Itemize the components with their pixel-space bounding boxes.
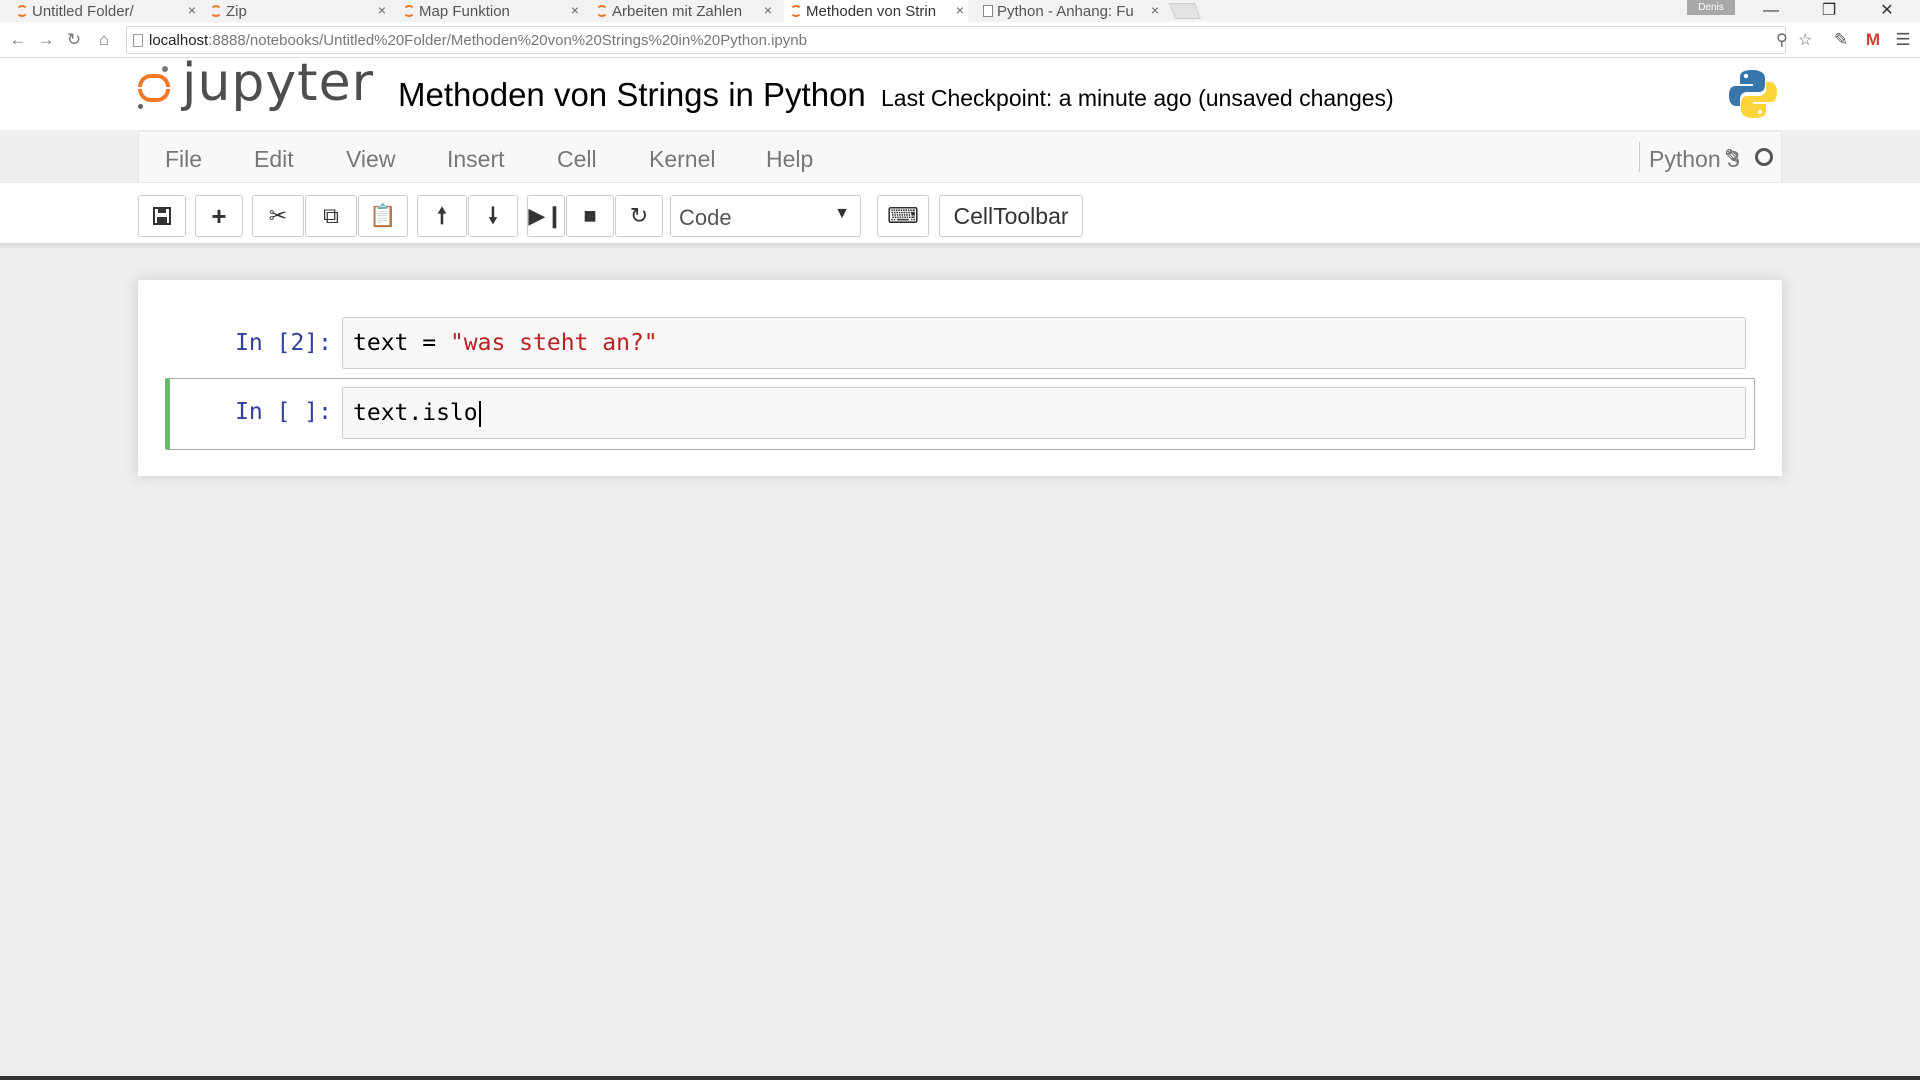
copy-icon: ⧉ xyxy=(323,203,339,228)
menu-cell[interactable]: Cell xyxy=(557,146,597,173)
tab-label: Methoden von Strin xyxy=(806,2,937,20)
browser-tab-strip: Untitled Folder/ × Zip × Map Funktion × … xyxy=(0,0,1920,22)
jupyter-wordmark: jupyter xyxy=(182,53,374,113)
cell-type-select[interactable]: Code ▼ xyxy=(670,195,861,237)
browser-tab-untitled-folder[interactable]: Untitled Folder/ × xyxy=(16,0,196,22)
menu-insert[interactable]: Insert xyxy=(447,146,505,173)
keyboard-icon: ⌨ xyxy=(887,203,919,228)
caret-down-icon: ▼ xyxy=(834,205,850,222)
python-logo-icon xyxy=(1729,70,1777,118)
back-icon[interactable]: ← xyxy=(6,28,30,52)
kernel-idle-indicator-icon xyxy=(1755,148,1773,166)
jupyter-header: jupyter Methoden von Strings in Python L… xyxy=(0,57,1920,130)
jupyter-icon xyxy=(16,5,28,17)
arrow-up-icon: 🠕 xyxy=(437,203,447,228)
jupyter-logo-icon xyxy=(136,64,172,110)
taskbar-edge xyxy=(0,1076,1920,1080)
address-bar[interactable]: localhost:8888/notebooks/Untitled%20Fold… xyxy=(126,26,1786,54)
home-icon[interactable]: ⌂ xyxy=(92,28,116,52)
bookmark-star-icon[interactable]: ☆ xyxy=(1798,30,1812,50)
browser-tab-methoden-von-strings[interactable]: Methoden von Strin × xyxy=(784,0,968,22)
close-icon[interactable]: × xyxy=(378,2,386,18)
restore-button[interactable]: ❐ xyxy=(1801,0,1857,22)
document-icon xyxy=(983,5,993,17)
code-input[interactable]: text = "was steht an?" xyxy=(342,317,1746,369)
window-close-button[interactable]: ✕ xyxy=(1859,0,1915,22)
cell-type-value: Code xyxy=(679,205,732,230)
notebook-container: In [2]: text = "was steht an?" In [ ]: t… xyxy=(138,280,1782,476)
close-icon[interactable]: × xyxy=(571,2,579,18)
restart-kernel-button[interactable]: ↻ xyxy=(615,195,663,237)
paste-icon: 📋 xyxy=(369,203,397,228)
jupyter-icon xyxy=(790,5,802,17)
close-icon[interactable]: × xyxy=(764,2,772,18)
page-icon xyxy=(133,34,143,47)
browser-tab-python-anhang[interactable]: Python - Anhang: Fu × xyxy=(983,0,1159,22)
menu-help[interactable]: Help xyxy=(766,146,813,173)
paste-button[interactable]: 📋 xyxy=(358,195,408,237)
code-input[interactable]: text.islo xyxy=(342,387,1746,439)
input-prompt: In [2]: xyxy=(235,330,332,356)
copy-button[interactable]: ⧉ xyxy=(305,195,357,237)
close-icon[interactable]: × xyxy=(188,2,196,18)
checkpoint-status: Last Checkpoint: a minute ago (unsaved c… xyxy=(881,85,1394,111)
notebook-menubar: File Edit View Insert Cell Kernel Help ✎… xyxy=(138,131,1782,183)
browser-menu-icon[interactable]: ☰ xyxy=(1892,29,1914,51)
interrupt-kernel-button[interactable]: ■ xyxy=(566,195,614,237)
notebook-title[interactable]: Methoden von Strings in Python xyxy=(398,76,866,114)
gmail-extension-icon[interactable]: M xyxy=(1862,29,1884,51)
celltoolbar-button[interactable]: CellToolbar xyxy=(939,195,1083,237)
new-tab-button[interactable] xyxy=(1169,3,1201,19)
move-down-button[interactable]: 🠗 xyxy=(468,195,518,237)
move-up-button[interactable]: 🠕 xyxy=(417,195,467,237)
reload-icon[interactable]: ↻ xyxy=(62,28,86,52)
menu-view[interactable]: View xyxy=(346,146,395,173)
close-icon[interactable]: × xyxy=(1151,2,1159,18)
insert-cell-button[interactable]: + xyxy=(195,195,243,237)
code-text: text.islo xyxy=(353,400,481,427)
tab-label: Python - Anhang: Fu xyxy=(997,2,1133,20)
input-prompt: In [ ]: xyxy=(235,399,332,425)
kernel-name: Python 3 xyxy=(1649,146,1740,172)
restart-icon: ↻ xyxy=(629,203,649,228)
browser-tab-map-funktion[interactable]: Map Funktion × xyxy=(403,0,579,22)
stop-icon: ■ xyxy=(583,203,597,228)
code-text: text = "was steht an?" xyxy=(353,330,658,356)
browser-tab-zip[interactable]: Zip × xyxy=(210,0,386,22)
extension-icon[interactable]: ✎ xyxy=(1830,29,1852,51)
minimize-button[interactable]: — xyxy=(1743,0,1799,22)
menu-file[interactable]: File xyxy=(165,146,202,173)
menu-kernel[interactable]: Kernel xyxy=(649,146,715,173)
save-icon xyxy=(153,207,171,225)
scissors-icon: ✂ xyxy=(268,203,288,228)
user-badge[interactable]: Denis xyxy=(1687,0,1735,15)
zoom-icon[interactable]: ⚲ xyxy=(1776,30,1788,50)
tab-label: Zip xyxy=(226,2,247,20)
notebook-toolbar: + ✂ ⧉ 📋 🠕 🠗 ▶❙ ■ ↻ Code ▼ ⌨ CellToolbar xyxy=(0,183,1920,243)
url-text: localhost:8888/notebooks/Untitled%20Fold… xyxy=(149,32,807,49)
plus-icon: + xyxy=(211,201,227,231)
jupyter-logo[interactable]: jupyter xyxy=(136,57,374,110)
step-forward-icon: ▶❙ xyxy=(528,203,564,228)
forward-icon[interactable]: → xyxy=(34,28,58,52)
divider xyxy=(1639,142,1640,172)
tab-label: Arbeiten mit Zahlen xyxy=(612,2,743,20)
close-icon[interactable]: × xyxy=(956,2,964,18)
browser-tab-arbeiten-mit-zahlen[interactable]: Arbeiten mit Zahlen × xyxy=(596,0,772,22)
code-cell-selected[interactable]: In [ ]: text.islo xyxy=(165,378,1755,450)
jupyter-icon xyxy=(210,5,222,17)
command-palette-button[interactable]: ⌨ xyxy=(877,195,929,237)
menu-edit[interactable]: Edit xyxy=(254,146,294,173)
tab-label: Map Funktion xyxy=(419,2,510,20)
header-shadow xyxy=(0,243,1920,249)
text-cursor xyxy=(478,400,481,427)
arrow-down-icon: 🠗 xyxy=(488,203,498,228)
cut-button[interactable]: ✂ xyxy=(252,195,304,237)
jupyter-icon xyxy=(596,5,608,17)
run-cell-button[interactable]: ▶❙ xyxy=(527,195,565,237)
tab-label: Untitled Folder/ xyxy=(32,2,134,20)
jupyter-icon xyxy=(403,5,415,17)
save-button[interactable] xyxy=(138,195,186,237)
code-cell[interactable]: In [2]: text = "was steht an?" xyxy=(165,316,1755,372)
